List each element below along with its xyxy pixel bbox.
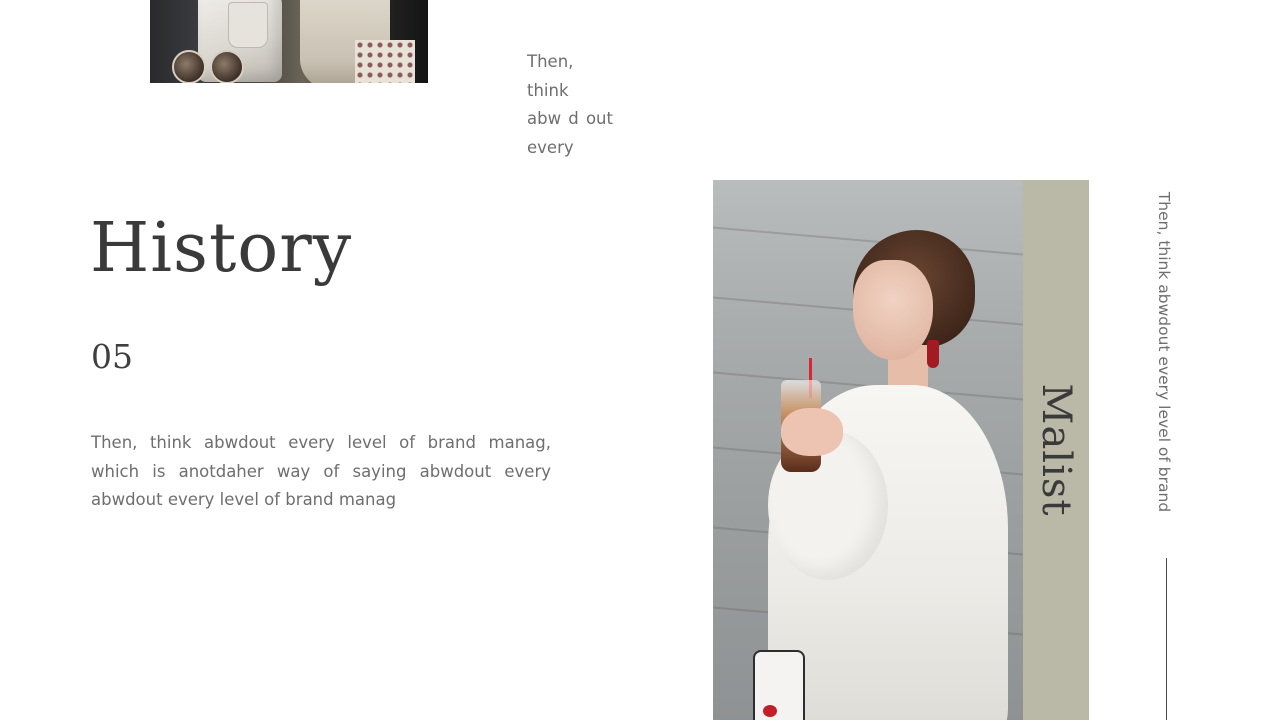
fashion-photo-main — [713, 180, 1023, 720]
top-paragraph-line-3: every — [527, 137, 574, 157]
slide: Then, think abw d out every History 05 T… — [0, 0, 1280, 720]
top-paragraph-line-1: Then, think — [527, 52, 574, 100]
top-paragraph: Then, think abw d out every — [527, 48, 613, 162]
section-number: 05 — [91, 337, 133, 376]
top-paragraph-line-2: abw d out — [527, 109, 613, 128]
side-label: Malist — [1033, 383, 1079, 517]
vertical-divider — [1166, 558, 1167, 720]
body-paragraph: Then, think abwdout every level of brand… — [91, 433, 551, 509]
fashion-photo-top — [150, 0, 428, 83]
page-title: History — [90, 209, 353, 288]
vertical-caption: Then, think abwdout every level of brand — [1155, 191, 1173, 513]
